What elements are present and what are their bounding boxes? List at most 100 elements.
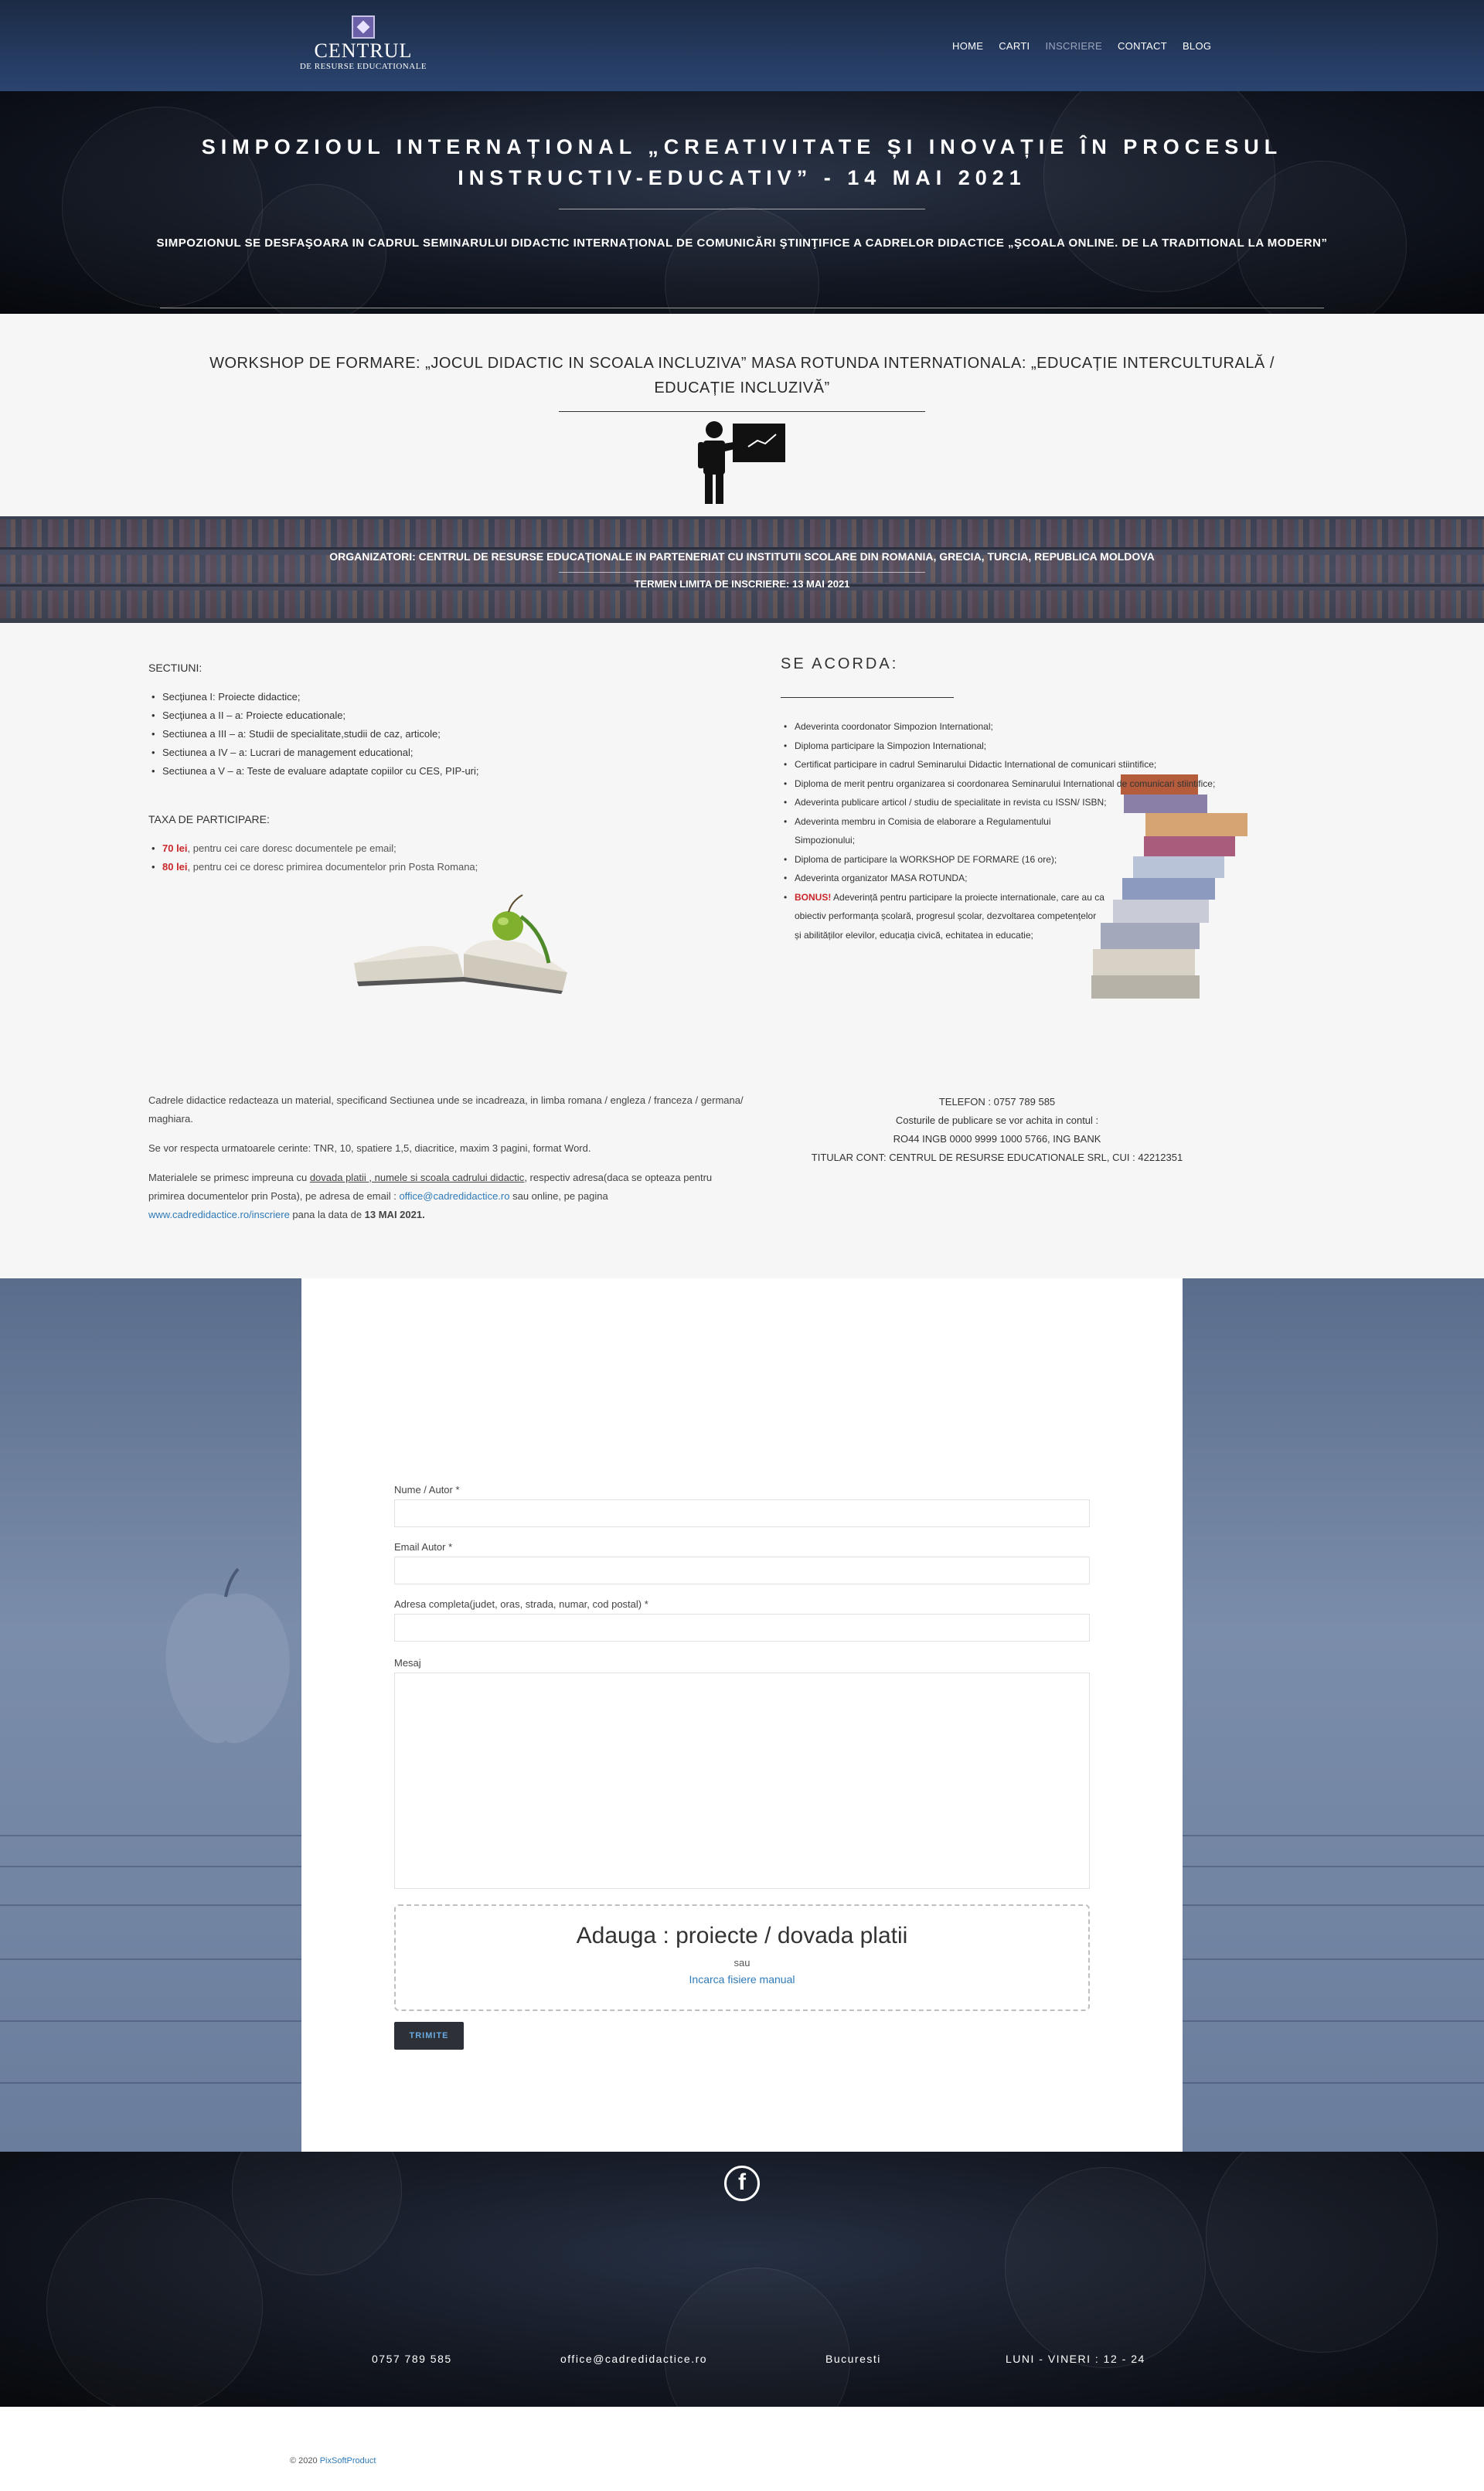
awards-list: Adeverinta coordonator Simpozion Interna… <box>781 717 1322 944</box>
hero-banner: SIMPOZIOUL INTERNAȚIONAL „CREATIVITATE Ș… <box>0 91 1484 314</box>
inscriere-link[interactable]: www.cadredidactice.ro/inscriere <box>148 1209 290 1220</box>
bottom-bar: © 2020 PixSoftProduct <box>0 2407 1484 2491</box>
fee-price: 70 lei <box>162 842 188 854</box>
message-label: Mesaj <box>394 1657 421 1669</box>
list-item: Adeverinta coordonator Simpozion Interna… <box>781 717 1322 737</box>
list-item: Certificat participare in cadrul Seminar… <box>781 755 1322 774</box>
decor-shelf <box>0 547 1484 550</box>
divider <box>781 697 954 698</box>
nav-inscriere[interactable]: INSCRIERE <box>1045 40 1102 52</box>
list-item: BONUS! Adeverință pentru participare la … <box>781 888 1105 945</box>
email-link[interactable]: office@cadredidactice.ro <box>399 1190 509 1202</box>
message-textarea[interactable] <box>394 1673 1090 1889</box>
list-item: 70 lei, pentru cei care doresc documente… <box>148 839 478 858</box>
list-item: Sectiunea a III – a: Studii de specialit… <box>148 725 479 744</box>
facebook-glyph: f <box>738 2169 746 2195</box>
divider <box>559 411 925 412</box>
dropzone-title: Adauga : proiecte / dovada platii <box>576 1923 908 1948</box>
organizers-banner: ORGANIZATORI: CENTRUL DE RESURSE EDUCAȚI… <box>0 516 1484 623</box>
contact-costs: Costurile de publicare se vor achita in … <box>895 1114 1099 1126</box>
list-item: Sectiunea a V – a: Teste de evaluare ada… <box>148 762 479 781</box>
apple-decor-image <box>165 1567 290 1744</box>
awards-title: SE ACORDA: <box>781 655 899 672</box>
copyright-link[interactable]: PixSoftProduct <box>320 2456 376 2465</box>
site-header: CENTRUL DE RESURSE EDUCATIONALE HOME CAR… <box>0 0 1484 91</box>
footer-hours: LUNI - VINERI : 12 - 24 <box>1006 2353 1145 2365</box>
instr-date: 13 MAI 2021. <box>364 1209 425 1220</box>
nav-blog[interactable]: BLOG <box>1183 40 1211 52</box>
decor-bubble <box>665 2268 850 2407</box>
instr-text: Materialele se primesc impreuna cu <box>148 1172 310 1183</box>
list-item: Adeverinta membru in Comisia de elaborar… <box>781 812 1105 850</box>
contact-phone: TELEFON : 0757 789 585 <box>938 1096 1056 1108</box>
site-footer: f 0757 789 585 office@cadredidactice.ro … <box>0 2152 1484 2407</box>
main-nav: HOME CARTI INSCRIERE CONTACT BLOG <box>952 40 1211 52</box>
book-apple-image <box>354 894 567 994</box>
decor-bubble <box>665 207 819 314</box>
bonus-label: BONUS! <box>795 891 832 903</box>
email-label: Email Autor * <box>394 1541 453 1553</box>
dropzone-or: sau <box>733 1957 751 1969</box>
logo-subtitle: DE RESURSE EDUCATIONALE <box>299 62 427 71</box>
instructions-submission: Materialele se primesc impreuna cu dovad… <box>148 1169 744 1224</box>
instr-text: pana la data de <box>289 1209 365 1220</box>
upload-files-link[interactable]: Incarca fisiere manual <box>396 1973 1088 1986</box>
logo-title: CENTRUL <box>314 39 413 62</box>
decor-bubble <box>232 2152 402 2275</box>
logo-emblem-icon <box>352 15 375 39</box>
site-logo[interactable]: CENTRUL DE RESURSE EDUCATIONALE <box>294 15 433 76</box>
fees-list: 70 lei, pentru cei care doresc documente… <box>148 839 478 876</box>
teacher-board-icon <box>698 421 785 504</box>
info-section: SECTIUNI: Secţiunea I: Proiecte didactic… <box>0 623 1484 1278</box>
list-item: Diploma de participare la WORKSHOP DE FO… <box>781 850 1322 869</box>
hero-subtitle: SIMPOZIONUL SE DESFAŞOARA IN CADRUL SEMI… <box>156 237 1328 250</box>
instructions-format: Se vor respecta urmatoarele cerinte: TNR… <box>148 1142 591 1154</box>
footer-city: Bucuresti <box>825 2353 881 2365</box>
decor-books <box>0 590 1484 618</box>
divider <box>559 572 925 573</box>
decor-books <box>0 519 1484 547</box>
workshop-section: WORKSHOP DE FORMARE: „JOCUL DIDACTIC IN … <box>0 314 1484 516</box>
fee-price: 80 lei <box>162 861 188 873</box>
sections-label: SECTIUNI: <box>148 662 203 674</box>
fees-label: TAXA DE PARTICIPARE: <box>148 813 270 825</box>
instructions-language: Cadrele didactice redacteaza un material… <box>148 1094 744 1125</box>
sections-list: Secţiunea I: Proiecte didactice; Secţiun… <box>148 688 479 781</box>
deadline-text: TERMEN LIMITA DE INSCRIERE: 13 MAI 2021 <box>634 578 850 590</box>
copyright-text: © 2020 <box>290 2456 320 2465</box>
nav-home[interactable]: HOME <box>952 40 983 52</box>
submit-button[interactable]: TRIMITE <box>394 2022 464 2050</box>
list-item: Diploma participare la Simpozion Interna… <box>781 737 1322 756</box>
list-item: Adeverinta organizator MASA ROTUNDA; <box>781 869 1322 888</box>
fee-text: , pentru cei care doresc documentele pe … <box>187 842 397 854</box>
hero-title: SIMPOZIOUL INTERNAȚIONAL „CREATIVITATE Ș… <box>201 135 1283 189</box>
name-label: Nume / Autor * <box>394 1484 460 1496</box>
organizers-text: ORGANIZATORI: CENTRUL DE RESURSE EDUCAȚI… <box>329 550 1155 563</box>
list-item: Diploma de merit pentru organizarea si c… <box>781 774 1322 794</box>
nav-contact[interactable]: CONTACT <box>1118 40 1167 52</box>
copyright: © 2020 PixSoftProduct <box>290 2456 376 2465</box>
instr-underlined: dovada platii , numele si scoala cadrulu… <box>309 1172 525 1183</box>
footer-email[interactable]: office@cadredidactice.ro <box>560 2353 707 2365</box>
list-item: Secţiunea I: Proiecte didactice; <box>148 688 479 706</box>
list-item: Sectiunea a IV – a: Lucrari de managemen… <box>148 744 479 762</box>
contact-iban: RO44 INGB 0000 9999 1000 5766, ING BANK <box>893 1133 1101 1145</box>
email-input[interactable] <box>394 1557 1090 1584</box>
footer-phone[interactable]: 0757 789 585 <box>372 2353 452 2365</box>
facebook-icon[interactable]: f <box>724 2166 760 2201</box>
address-label: Adresa completa(judet, oras, strada, num… <box>394 1598 648 1610</box>
bonus-text: Adeverință pentru participare la proiect… <box>795 891 1104 941</box>
file-dropzone[interactable]: Adauga : proiecte / dovada platii sau In… <box>394 1904 1090 2011</box>
instr-text: sau online, pe pagina <box>509 1190 608 1202</box>
address-input[interactable] <box>394 1614 1090 1642</box>
fee-text: , pentru cei ce doresc primirea document… <box>187 861 478 873</box>
name-input[interactable] <box>394 1499 1090 1527</box>
decor-bubble <box>1206 2152 1438 2353</box>
workshop-title: WORKSHOP DE FORMARE: „JOCUL DIDACTIC IN … <box>209 355 1275 396</box>
decor-bubble <box>1005 2167 1206 2368</box>
nav-carti[interactable]: CARTI <box>999 40 1030 52</box>
decor-bubble <box>46 2198 263 2407</box>
contact-holder: TITULAR CONT: CENTRUL DE RESURSE EDUCATI… <box>811 1152 1183 1163</box>
list-item: Secţiunea a II – a: Proiecte educational… <box>148 706 479 725</box>
contact-block: TELEFON : 0757 789 585 Costurile de publ… <box>781 1093 1213 1167</box>
